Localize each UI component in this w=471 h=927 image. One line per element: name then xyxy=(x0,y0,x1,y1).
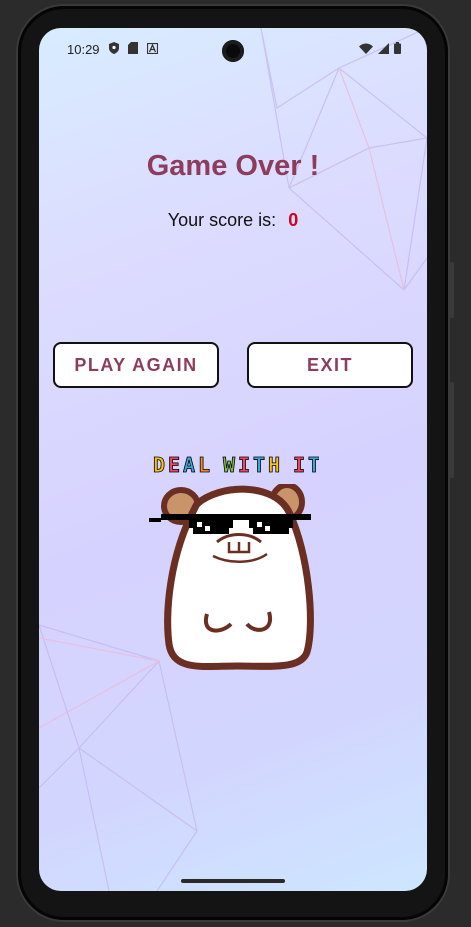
battery-icon xyxy=(394,42,401,54)
a-icon xyxy=(147,42,158,54)
score-value: 0 xyxy=(288,210,299,230)
app-screen: 10:29 Game Over ! Your score is: 0 PLAY … xyxy=(39,28,427,891)
caption-letter: L xyxy=(198,453,210,477)
caption-letter: W xyxy=(223,453,236,477)
caption-letter: T xyxy=(253,453,265,477)
caption-letter: I xyxy=(293,453,305,477)
power-button xyxy=(449,262,454,318)
status-left-icons xyxy=(109,42,158,54)
caption-letter: T xyxy=(308,453,319,477)
score-row: Your score is: 0 xyxy=(39,210,427,231)
crystal-highlight-bottom-left xyxy=(39,637,161,729)
caption-letter: E xyxy=(168,453,180,477)
status-right-icons xyxy=(359,42,401,54)
signal-icon xyxy=(378,42,389,54)
hamster-with-sunglasses-icon xyxy=(149,484,314,671)
front-camera xyxy=(222,40,244,62)
home-indicator[interactable] xyxy=(181,879,285,883)
caption-letter: I xyxy=(238,453,250,477)
status-time: 10:29 xyxy=(67,42,100,57)
exit-button[interactable]: EXIT xyxy=(247,342,413,388)
caption-letter: D xyxy=(153,453,165,477)
volume-button xyxy=(449,382,454,478)
caption-letter: H xyxy=(268,453,280,477)
play-again-button[interactable]: PLAY AGAIN xyxy=(53,342,219,388)
status-bar: 10:29 xyxy=(39,28,427,70)
deal-with-it-meme: DEALWITHIT xyxy=(149,450,319,676)
deal-with-it-caption: DEALWITHIT xyxy=(153,453,319,478)
shield-icon xyxy=(109,42,119,54)
caption-letter: A xyxy=(183,453,195,477)
game-over-title: Game Over ! xyxy=(146,150,320,182)
wifi-icon xyxy=(359,43,373,54)
score-label: Your score is: xyxy=(167,210,277,230)
sd-card-icon xyxy=(128,42,138,54)
